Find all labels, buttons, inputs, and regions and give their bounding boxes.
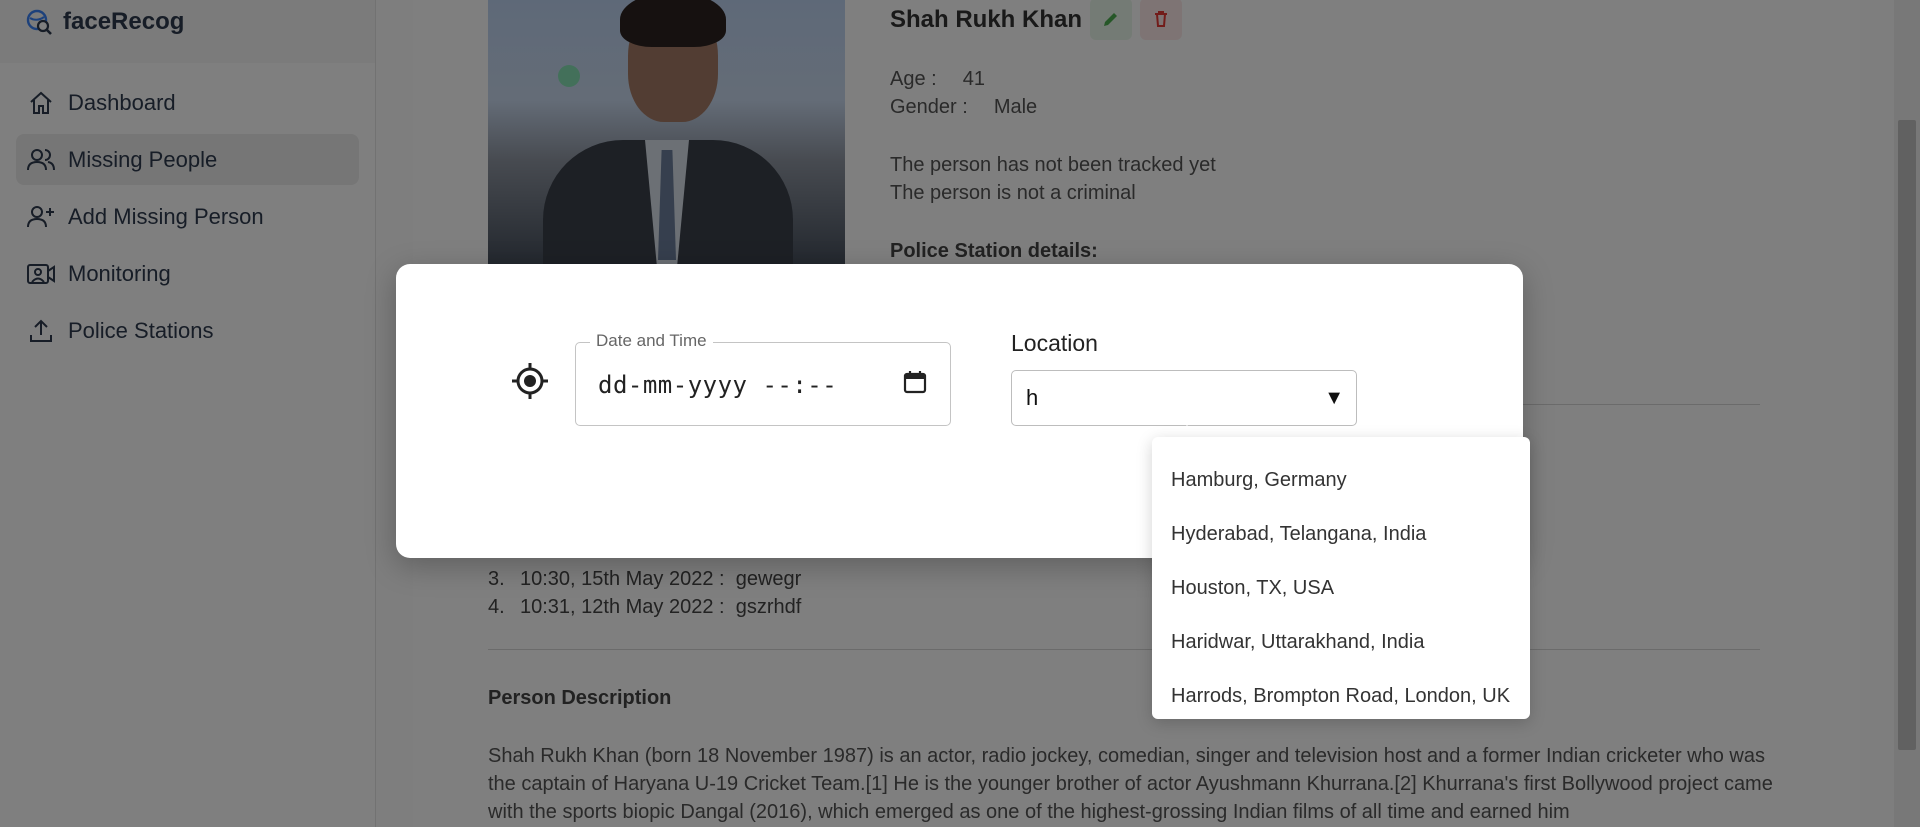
location-input[interactable]	[1026, 384, 1306, 412]
location-combobox[interactable]: ▼	[1011, 370, 1357, 426]
suggestion-item[interactable]: Hyderabad, Telangana, India	[1152, 507, 1530, 561]
location-suggestions: Hamburg, Germany Hyderabad, Telangana, I…	[1152, 437, 1530, 719]
date-time-field[interactable]: Date and Time dd-mm-yyyy --:--	[575, 331, 951, 426]
location-label: Location	[1011, 330, 1098, 356]
crosshair-location-icon[interactable]	[511, 362, 549, 400]
dropdown-caret-icon[interactable]: ▼	[1324, 387, 1344, 410]
suggestion-item[interactable]: Harrods, Brompton Road, London, UK	[1152, 669, 1530, 723]
date-time-input[interactable]: dd-mm-yyyy --:--	[598, 371, 837, 399]
suggestion-item[interactable]: Houston, TX, USA	[1152, 561, 1530, 615]
calendar-icon[interactable]	[902, 369, 928, 395]
suggestion-item[interactable]: Hamburg, Germany	[1152, 453, 1530, 507]
suggestion-item[interactable]: Haridwar, Uttarakhand, India	[1152, 615, 1530, 669]
date-time-label: Date and Time	[590, 331, 713, 351]
